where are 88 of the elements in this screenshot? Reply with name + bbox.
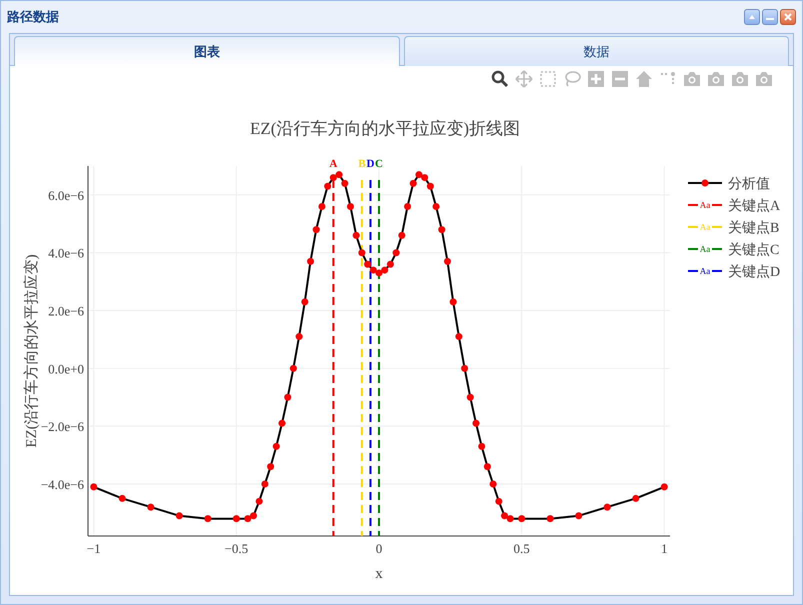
data-point (484, 463, 491, 470)
y-tick-label: 2.0e−6 (48, 304, 84, 319)
legend-symbol: Aa (700, 266, 710, 276)
data-point (660, 483, 668, 490)
data-point (450, 298, 457, 306)
data-point (546, 515, 554, 522)
close-button[interactable] (780, 9, 796, 25)
data-point (404, 202, 412, 210)
key-point-label: C (375, 158, 383, 170)
data-point (267, 463, 274, 470)
data-point (495, 498, 502, 505)
chart-title: EZ(沿行车方向的水平拉应变)折线图 (250, 119, 520, 138)
data-point (466, 394, 474, 401)
x-axis-label: x (375, 566, 383, 580)
zoom-icon[interactable] (491, 70, 509, 88)
data-point (398, 232, 406, 239)
home-icon[interactable] (635, 70, 653, 88)
camera-icon[interactable] (707, 70, 725, 88)
legend-label: 关键点A (728, 199, 780, 214)
legend-symbol: Aa (700, 222, 710, 232)
data-point (472, 420, 480, 427)
y-tick-label: 4.0e−6 (48, 246, 84, 261)
collapse-button[interactable] (744, 9, 760, 25)
data-point (392, 249, 400, 256)
key-point-label: A (329, 158, 338, 170)
minimize-button[interactable] (762, 9, 778, 25)
data-point (346, 202, 354, 210)
data-point (272, 442, 280, 450)
y-tick-label: −4.0e−6 (40, 476, 84, 492)
key-point-label: B (358, 158, 366, 170)
data-point (352, 232, 360, 239)
x-tick-label: −0.5 (224, 541, 248, 556)
x-tick-label: 1 (661, 541, 668, 556)
data-point (278, 420, 286, 427)
data-point (444, 258, 451, 265)
x-tick-label: −1 (86, 541, 101, 556)
move-icon[interactable] (515, 70, 533, 88)
data-point (90, 483, 98, 490)
close-icon (783, 12, 793, 22)
legend-symbol: Aa (700, 244, 710, 254)
data-point (296, 333, 303, 340)
camera-icon[interactable] (731, 70, 749, 88)
data-point (232, 515, 240, 522)
data-point (301, 298, 308, 306)
y-tick-label: 0.0e+0 (48, 361, 84, 376)
data-point (575, 512, 582, 520)
x-tick-label: 0 (376, 541, 382, 556)
data-point (256, 498, 263, 505)
window-title: 路径数据 (7, 8, 60, 26)
legend-label: 关键点D (728, 265, 780, 280)
minus-icon[interactable] (611, 70, 629, 88)
data-point (518, 515, 526, 522)
data-point (204, 515, 212, 522)
data-point (455, 333, 462, 340)
data-point (261, 480, 268, 488)
data-point (490, 480, 497, 488)
key-point-label: D (366, 158, 374, 170)
data-point (461, 364, 468, 372)
y-tick-label: −2.0e−6 (40, 419, 84, 434)
data-point (432, 202, 440, 210)
data-point (358, 249, 366, 256)
data-point (604, 504, 611, 511)
data-point (632, 494, 640, 502)
data-point (318, 202, 326, 210)
legend-label: 关键点C (728, 243, 780, 258)
legend-label: 分析值 (728, 177, 770, 192)
lasso-icon[interactable] (563, 70, 581, 88)
data-point (284, 394, 292, 401)
data-point (312, 226, 320, 234)
y-tick-label: 6.0e−6 (48, 188, 84, 203)
y-axis-label: EZ(沿行车方向的水平拉应变) (24, 254, 40, 448)
data-point (118, 494, 126, 502)
camera-icon[interactable] (683, 70, 701, 88)
tab[interactable]: 数据 (404, 36, 789, 66)
data-point (438, 226, 446, 234)
data-point (478, 442, 486, 450)
data-point (147, 504, 154, 511)
camera-icon[interactable] (755, 70, 773, 88)
box-select-icon[interactable] (539, 70, 557, 88)
tab[interactable]: 图表 (14, 36, 400, 66)
plus-icon[interactable] (587, 70, 605, 88)
legend-line-marker (688, 180, 722, 186)
legend-symbol: Aa (700, 200, 710, 210)
data-point (307, 258, 314, 265)
data-point (176, 512, 183, 520)
legend-label: 关键点B (728, 221, 780, 236)
data-point (290, 364, 297, 372)
x-tick-label: 0.5 (514, 541, 530, 556)
